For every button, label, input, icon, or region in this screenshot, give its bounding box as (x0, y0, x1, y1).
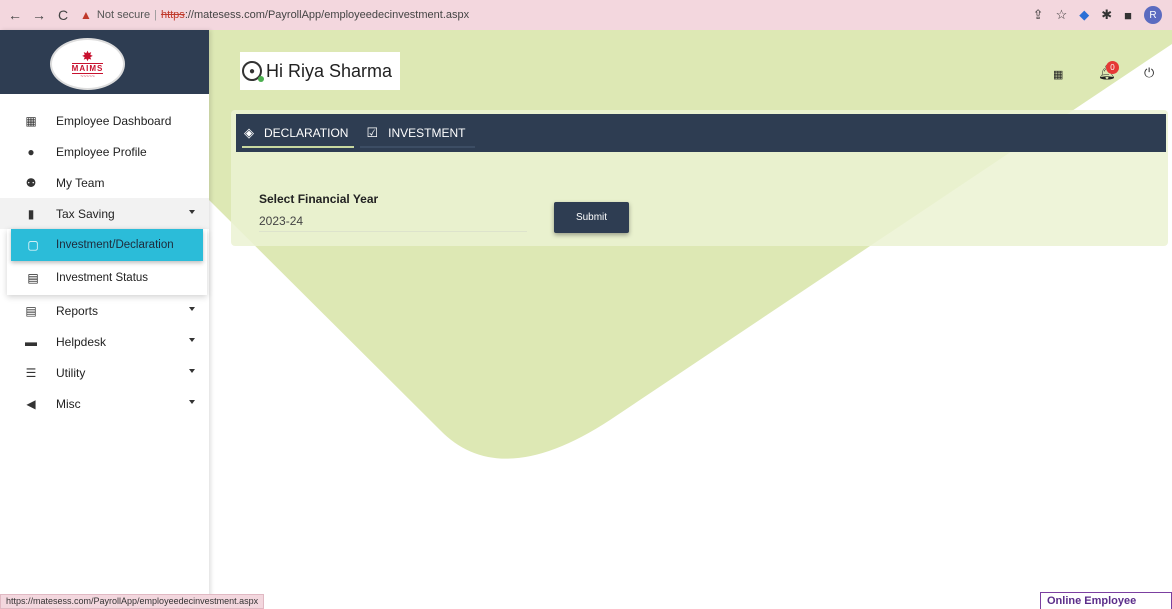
sidebar-item-tax-saving[interactable]: ▮ Tax Saving (0, 198, 209, 229)
user-avatar-icon: ● (242, 61, 264, 82)
check-square-icon: ☑ (366, 125, 379, 140)
not-secure-label[interactable]: Not secure (97, 9, 150, 21)
address-separator: | (154, 9, 157, 21)
user-greeting[interactable]: ● Hi Riya Sharma (240, 52, 400, 90)
submenu-item-label: Investment Status (56, 272, 149, 284)
submit-button[interactable]: Submit (554, 202, 629, 233)
grid-icon: ▦ (25, 113, 37, 128)
sidebar-menu: ▦ Employee Dashboard ● Employee Profile … (0, 105, 209, 419)
submenu-item-label: Investment/Declaration (56, 239, 174, 251)
online-employee-widget[interactable]: Online Employee (1040, 592, 1172, 609)
sidebar-item-label: Reports (56, 303, 99, 318)
sidebar-item-label: Employee Dashboard (56, 113, 172, 128)
sidebar-item-utility[interactable]: ☰ Utility (0, 357, 209, 388)
list-icon: ☰ (25, 365, 37, 380)
sidepanel-icon[interactable]: ■ (1124, 8, 1132, 23)
sidebar-item-label: Employee Profile (56, 144, 147, 159)
forward-icon[interactable]: → (30, 7, 48, 23)
chevron-down-icon (189, 307, 195, 311)
tab-bar: ◈ DECLARATION ☑ INVESTMENT (236, 114, 1166, 152)
browser-toolbar: ← → C ▲ Not secure | https ://matesess.c… (0, 0, 1172, 30)
laptop-icon: ▬ (25, 334, 37, 349)
share-icon[interactable]: ⇪ (1033, 7, 1044, 23)
power-icon[interactable]: ⏻ (1144, 65, 1154, 81)
chevron-down-icon (189, 210, 195, 214)
warning-icon: ▲ (80, 8, 92, 22)
browser-actions: ⇪ ☆ ◆ ✱ ■ R (1033, 0, 1162, 30)
sidebar-item-my-team[interactable]: ⚉ My Team (0, 167, 209, 198)
submenu-item-investment-declaration[interactable]: ▢ Investment/Declaration (11, 229, 203, 261)
extension-icon[interactable]: ◆ (1079, 7, 1089, 23)
tab-label: INVESTMENT (388, 126, 466, 140)
layers-icon: ◈ (244, 125, 254, 140)
greeting-text: Hi Riya Sharma (266, 60, 393, 81)
chevron-down-icon (189, 369, 195, 373)
document-icon: ▢ (27, 238, 39, 252)
url-scheme: https (160, 9, 185, 21)
sidebar-item-helpdesk[interactable]: ▬ Helpdesk (0, 326, 209, 357)
sidebar-item-label: My Team (56, 175, 105, 190)
financial-year-label: Select Financial Year (259, 192, 379, 206)
browser-status-url: https://matesess.com/PayrollApp/employee… (0, 594, 265, 609)
tab-investment[interactable]: ☑ INVESTMENT (358, 114, 476, 152)
users-icon: ⚉ (25, 175, 37, 190)
sidebar-item-employee-dashboard[interactable]: ▦ Employee Dashboard (0, 105, 209, 136)
tax-saving-submenu: ▢ Investment/Declaration ▤ Investment St… (7, 229, 207, 295)
megaphone-icon: ◀ (26, 396, 36, 411)
sidebar-item-employee-profile[interactable]: ● Employee Profile (0, 136, 209, 167)
sidebar-item-label: Utility (56, 365, 86, 380)
sidebar-item-label: Misc (56, 396, 81, 411)
financial-year-select[interactable]: 2023-24 (259, 210, 527, 232)
notification-badge: 0 (1106, 61, 1119, 74)
sidebar-item-reports[interactable]: ▤ Reports (0, 295, 209, 326)
tab-label: DECLARATION (264, 126, 349, 140)
profile-avatar[interactable]: R (1144, 6, 1162, 24)
reload-icon[interactable]: C (54, 7, 72, 23)
sidebar-item-misc[interactable]: ◀ Misc (0, 388, 209, 419)
logo-text: MAIMS (71, 62, 104, 74)
book-icon: ▮ (27, 206, 35, 221)
url-path: ://matesess.com/PayrollApp/employeedecin… (184, 9, 470, 21)
star-icon[interactable]: ☆ (1056, 7, 1068, 23)
sidebar-item-label: Helpdesk (56, 334, 107, 349)
submenu-item-investment-status[interactable]: ▤ Investment Status (7, 261, 207, 295)
sidebar-item-label: Tax Saving (56, 206, 115, 221)
sidebar: ✸ MAIMS ~~~~~ ▦ Employee Dashboard ● Emp… (0, 30, 209, 609)
report-icon: ▤ (25, 303, 37, 318)
apps-grid-icon[interactable]: ▦ (1053, 68, 1063, 81)
logo-subtext: ~~~~~ (80, 73, 95, 80)
chevron-down-icon (189, 338, 195, 342)
tab-declaration[interactable]: ◈ DECLARATION (236, 114, 358, 152)
company-logo[interactable]: ✸ MAIMS ~~~~~ (50, 38, 125, 90)
sidebar-header: ✸ MAIMS ~~~~~ (0, 30, 209, 94)
list-box-icon: ▤ (27, 271, 39, 285)
back-icon[interactable]: ← (6, 7, 24, 23)
user-icon: ● (27, 144, 35, 159)
puzzle-icon[interactable]: ✱ (1101, 7, 1112, 23)
address-bar[interactable]: ▲ Not secure | https ://matesess.com/Pay… (80, 4, 469, 26)
logo-emblem-icon: ✸ (81, 47, 94, 64)
chevron-down-icon (189, 400, 195, 404)
